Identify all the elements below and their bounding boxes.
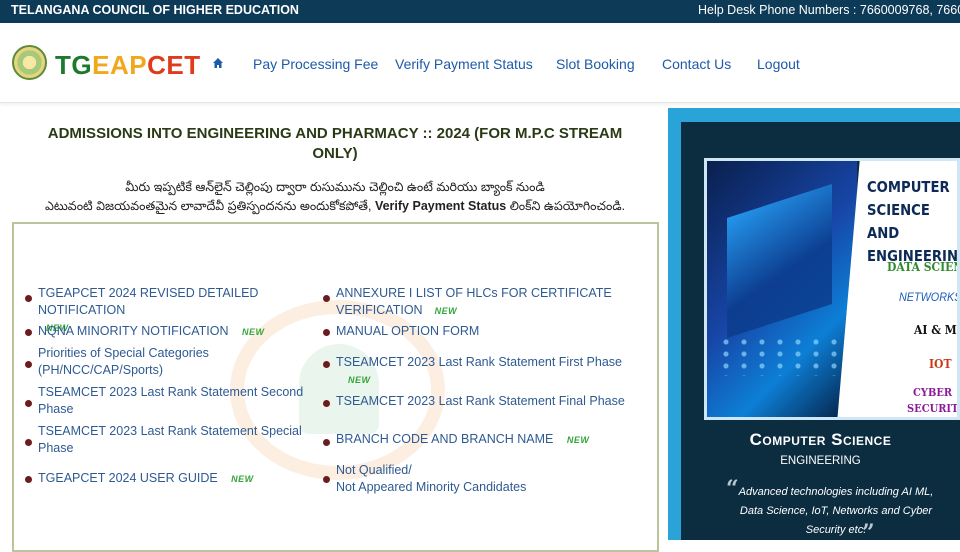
cse-promo-banner: COMPUTER SCIENCE AND ENGINEERING DATA SC… [704, 158, 960, 420]
bullet-icon [323, 295, 330, 302]
telugu-line2b: లింక్‌ని ఉపయోగించండి. [506, 199, 626, 213]
link-text-2: (PH/NCC/CAP/Sports) [38, 363, 164, 377]
telugu-line1: మీరు ఇప్పటికే ఆన్‌లైన్ చెల్లింపు ద్వారా … [125, 180, 545, 194]
nav-contact-us[interactable]: Contact Us [662, 56, 731, 72]
new-badge-icon: NEW [434, 306, 458, 316]
promo-tag-ai-ml: AI & ML [914, 323, 960, 337]
new-badge-icon: NEW [242, 327, 265, 337]
link-tseamcet-first-phase[interactable]: TSEAMCET 2023 Last Rank Statement First … [336, 354, 646, 389]
link-nqna-minority-notification[interactable]: NQNA MINORITY NOTIFICATION NEW [38, 323, 323, 341]
new-badge-icon: NEW [348, 375, 371, 385]
link-text: TGEAPCET 2024 REVISED DETAILED NOTIFICAT… [38, 286, 259, 317]
link-text: TSEAMCET 2023 Last Rank Statement Second [38, 385, 304, 399]
brand-eap: EAP [92, 50, 148, 80]
bullet-icon [323, 329, 330, 336]
link-not-qualified-minority[interactable]: Not Qualified/ Not Appeared Minority Can… [336, 462, 636, 496]
link-text: TSEAMCET 2023 Last Rank Statement Final … [336, 394, 625, 408]
org-name: TELANGANA COUNCIL OF HIGHER EDUCATION [11, 3, 299, 17]
promo-tag-cyber: CYBER [913, 386, 953, 399]
brand-logo[interactable]: TGEAPCET [55, 50, 201, 81]
bullet-icon [323, 400, 330, 407]
telugu-line2a: ఎటువంటి విజయవంతమైన లావాదేవీ ప్రతిస్పందనన… [44, 199, 375, 213]
brand-cet: CET [147, 50, 201, 80]
bullet-icon [25, 295, 32, 302]
bullet-icon [25, 361, 32, 368]
link-priorities-special-categories[interactable]: Priorities of Special Categories (PH/NCC… [38, 345, 323, 379]
main-navbar: TGEAPCET Pay Processing Fee Verify Payme… [0, 23, 960, 103]
bullet-icon [323, 476, 330, 483]
link-text: TGEAPCET 2024 USER GUIDE [38, 471, 218, 485]
link-text-2: Not Appeared Minority Candidates [336, 480, 527, 494]
page-title-line1: ADMISSIONS INTO ENGINEERING AND PHARMACY… [47, 125, 623, 142]
nav-logout[interactable]: Logout [757, 56, 800, 72]
promo-tag-data-science: DATA SCIENCE [887, 260, 957, 274]
close-quote-icon: ” [862, 520, 875, 546]
link-tseamcet-second-phase[interactable]: TSEAMCET 2023 Last Rank Statement Second… [38, 384, 323, 418]
sidebar-title: Computer Science [749, 430, 892, 449]
promo-tag-iot: IOT [929, 357, 952, 371]
bullet-icon [25, 329, 32, 336]
link-tseamcet-special-phase[interactable]: TSEAMCET 2023 Last Rank Statement Specia… [38, 423, 323, 457]
link-text-2: Phase [38, 402, 74, 416]
link-text-2: Phase [38, 441, 74, 455]
new-badge-icon: NEW [231, 474, 254, 484]
nav-verify-payment-status[interactable]: Verify Payment Status [395, 56, 533, 72]
laptop-image [707, 161, 857, 417]
bullet-icon [25, 476, 32, 483]
promo-heading: COMPUTER SCIENCE AND ENGINEERING [867, 178, 960, 265]
link-text: Not Qualified/ [336, 463, 412, 477]
link-manual-option-form[interactable]: MANUAL OPTION FORM [336, 323, 636, 340]
link-tseamcet-final-phase[interactable]: TSEAMCET 2023 Last Rank Statement Final … [336, 393, 636, 410]
telugu-instruction: మీరు ఇప్పటికే ఆన్‌లైన్ చెల్లింపు ద్వారా … [20, 178, 650, 216]
bullet-icon [25, 400, 32, 407]
link-text: MANUAL OPTION FORM [336, 324, 480, 338]
page-title-line2: ONLY) [312, 145, 358, 162]
link-branch-code-name[interactable]: BRANCH CODE AND BRANCH NAME NEW [336, 431, 636, 449]
link-text: ANNEXURE I LIST OF HLCs FOR CERTIFICATE [336, 286, 612, 300]
helpdesk-numbers: Help Desk Phone Numbers : 7660009768, 76… [698, 3, 960, 17]
link-annexure-hlcs[interactable]: ANNEXURE I LIST OF HLCs FOR CERTIFICATE … [336, 285, 636, 320]
telangana-emblem-logo [12, 45, 47, 80]
link-text: TSEAMCET 2023 Last Rank Statement Specia… [38, 424, 302, 438]
nav-slot-booking[interactable]: Slot Booking [556, 56, 635, 72]
new-badge-icon: NEW [566, 435, 590, 445]
sidebar-subtitle: ENGINEERING [780, 455, 861, 467]
bullet-icon [323, 439, 330, 446]
bullet-icon [25, 439, 32, 446]
brand-tg: TG [55, 50, 93, 80]
link-text: TSEAMCET 2023 Last Rank Statement First … [336, 355, 623, 369]
home-icon[interactable] [212, 57, 224, 69]
verify-payment-status-inline: Verify Payment Status [374, 199, 507, 213]
page-title: ADMISSIONS INTO ENGINEERING AND PHARMACY… [20, 124, 650, 164]
promo-tag-security: SECURITY [907, 402, 960, 415]
promo-tag-networks: NETWORKS [899, 290, 960, 304]
sidebar-description: Advanced technologies including AI ML, D… [738, 486, 934, 536]
link-text: Priorities of Special Categories [38, 346, 209, 360]
nav-pay-processing-fee[interactable]: Pay Processing Fee [253, 56, 378, 72]
top-info-bar: TELANGANA COUNCIL OF HIGHER EDUCATION He… [0, 0, 960, 23]
link-text: NQNA MINORITY NOTIFICATION [38, 324, 229, 338]
bullet-icon [323, 361, 330, 368]
link-user-guide[interactable]: TGEAPCET 2024 USER GUIDE NEW [38, 470, 323, 488]
link-text-2: VERIFICATION [336, 303, 423, 317]
link-text: BRANCH CODE AND BRANCH NAME [336, 432, 554, 446]
